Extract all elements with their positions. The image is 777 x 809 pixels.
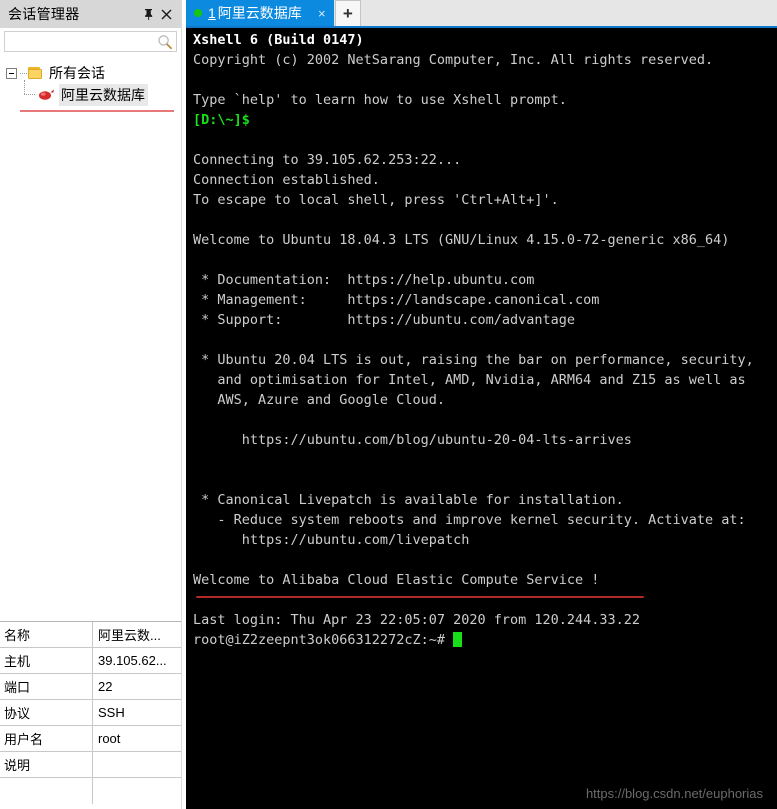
terminal-line: Connection established. — [193, 172, 380, 188]
session-icon — [37, 88, 55, 102]
terminal-text: Xshell 6 (Build 0147) Copyright (c) 2002… — [193, 30, 754, 650]
session-tree[interactable]: 所有会话 阿里云数据库 — [0, 54, 181, 621]
watermark-text: https://blog.csdn.net/euphorias — [585, 786, 763, 801]
terminal-line: https://ubuntu.com/livepatch — [193, 532, 470, 548]
close-icon[interactable]: × — [314, 5, 330, 21]
table-row[interactable]: 名称 阿里云数... — [0, 622, 181, 648]
terminal-line: To escape to local shell, press 'Ctrl+Al… — [193, 192, 559, 208]
table-row[interactable]: 用户名 root — [0, 726, 181, 752]
terminal-line: Last login: Thu Apr 23 22:05:07 2020 fro… — [193, 612, 641, 628]
terminal-line: https://ubuntu.com/blog/ubuntu-20-04-lts… — [193, 432, 632, 448]
expander-icon[interactable] — [6, 67, 17, 79]
table-row[interactable] — [0, 778, 181, 804]
property-value: 阿里云数... — [98, 628, 161, 643]
session-manager-panel: 会话管理器 所有会话 阿里云数据库 名称 阿里云数... 主机 39.105.6… — [0, 0, 186, 809]
terminal-line: * Canonical Livepatch is available for i… — [193, 492, 624, 508]
terminal-line: * Support: https://ubuntu.com/advantage — [193, 312, 576, 328]
property-value: SSH — [98, 705, 125, 720]
property-value — [93, 752, 181, 777]
tab-session-1[interactable]: 1 阿里云数据库 × — [186, 0, 334, 26]
tab-bar-filler — [360, 0, 777, 26]
terminal-line: Copyright (c) 2002 NetSarang Computer, I… — [193, 52, 714, 68]
tab-index-label: 1 — [208, 5, 216, 21]
terminal-line: Welcome to Alibaba Cloud Elastic Compute… — [193, 572, 600, 588]
close-icon[interactable] — [157, 4, 175, 24]
session-search-wrap — [0, 28, 186, 54]
terminal-line: * Ubuntu 20.04 LTS is out, raising the b… — [193, 352, 754, 368]
property-value: 22 — [98, 679, 113, 694]
terminal-line: Welcome to Ubuntu 18.04.3 LTS (GNU/Linux… — [193, 232, 730, 248]
table-row[interactable]: 主机 39.105.62... — [0, 648, 181, 674]
tree-connector — [22, 80, 37, 106]
terminal-cursor — [453, 632, 463, 647]
tree-item-session[interactable]: 阿里云数据库 — [0, 80, 181, 106]
pin-icon[interactable] — [139, 4, 157, 24]
property-key: 主机 — [0, 648, 93, 673]
property-value: root — [98, 731, 121, 746]
search-icon[interactable] — [157, 34, 173, 50]
annotation-underline-tree — [20, 110, 174, 112]
terminal-line: - Reduce system reboots and improve kern… — [193, 512, 746, 528]
property-key: 端口 — [0, 674, 93, 699]
tree-item-all-sessions[interactable]: 所有会话 — [0, 62, 181, 84]
terminal-line: [D:\~]$ — [193, 112, 250, 128]
tree-connector — [20, 68, 28, 79]
terminal-line: * Documentation: https://help.ubuntu.com — [193, 272, 535, 288]
session-search-box[interactable] — [4, 31, 186, 52]
property-value — [93, 778, 181, 804]
terminal-line: Type `help' to learn how to use Xshell p… — [193, 92, 567, 108]
tab-bar: 1 阿里云数据库 × + — [186, 0, 777, 28]
property-key: 用户名 — [0, 726, 93, 751]
table-row[interactable]: 说明 — [0, 752, 181, 778]
session-manager-titlebar: 会话管理器 — [0, 0, 181, 28]
terminal-line: and optimisation for Intel, AMD, Nvidia,… — [193, 372, 746, 388]
terminal-prompt: root@iZ2zeepnt3ok066312272cZ:~# — [193, 632, 445, 648]
connection-status-icon — [194, 9, 202, 17]
folder-icon — [28, 66, 44, 80]
terminal-line: Connecting to 39.105.62.253:22... — [193, 152, 462, 168]
terminal-panel: 1 阿里云数据库 × + Xshell 6 (Build 0147) Copyr… — [186, 0, 777, 809]
terminal-output-area[interactable]: Xshell 6 (Build 0147) Copyright (c) 2002… — [186, 28, 777, 809]
table-row[interactable]: 协议 SSH — [0, 700, 181, 726]
property-key: 协议 — [0, 700, 93, 725]
tree-item-label: 所有会话 — [49, 65, 105, 81]
property-key — [0, 778, 93, 804]
session-properties-grid: 名称 阿里云数... 主机 39.105.62... 端口 22 协议 SSH … — [0, 621, 181, 809]
new-tab-button[interactable]: + — [334, 0, 361, 26]
property-key: 说明 — [0, 752, 93, 777]
terminal-line: AWS, Azure and Google Cloud. — [193, 392, 445, 408]
table-row[interactable]: 端口 22 — [0, 674, 181, 700]
session-manager-title: 会话管理器 — [8, 6, 80, 22]
tab-title-label: 阿里云数据库 — [217, 5, 302, 21]
annotation-underline-welcome — [196, 596, 644, 598]
terminal-line: * Management: https://landscape.canonica… — [193, 292, 600, 308]
property-key: 名称 — [0, 622, 93, 647]
tree-item-label: 阿里云数据库 — [59, 84, 148, 106]
terminal-line: Xshell 6 (Build 0147) — [193, 32, 364, 48]
property-value: 39.105.62... — [98, 653, 167, 668]
xshell-window: 会话管理器 所有会话 阿里云数据库 名称 阿里云数... 主机 39.105.6… — [0, 0, 777, 809]
